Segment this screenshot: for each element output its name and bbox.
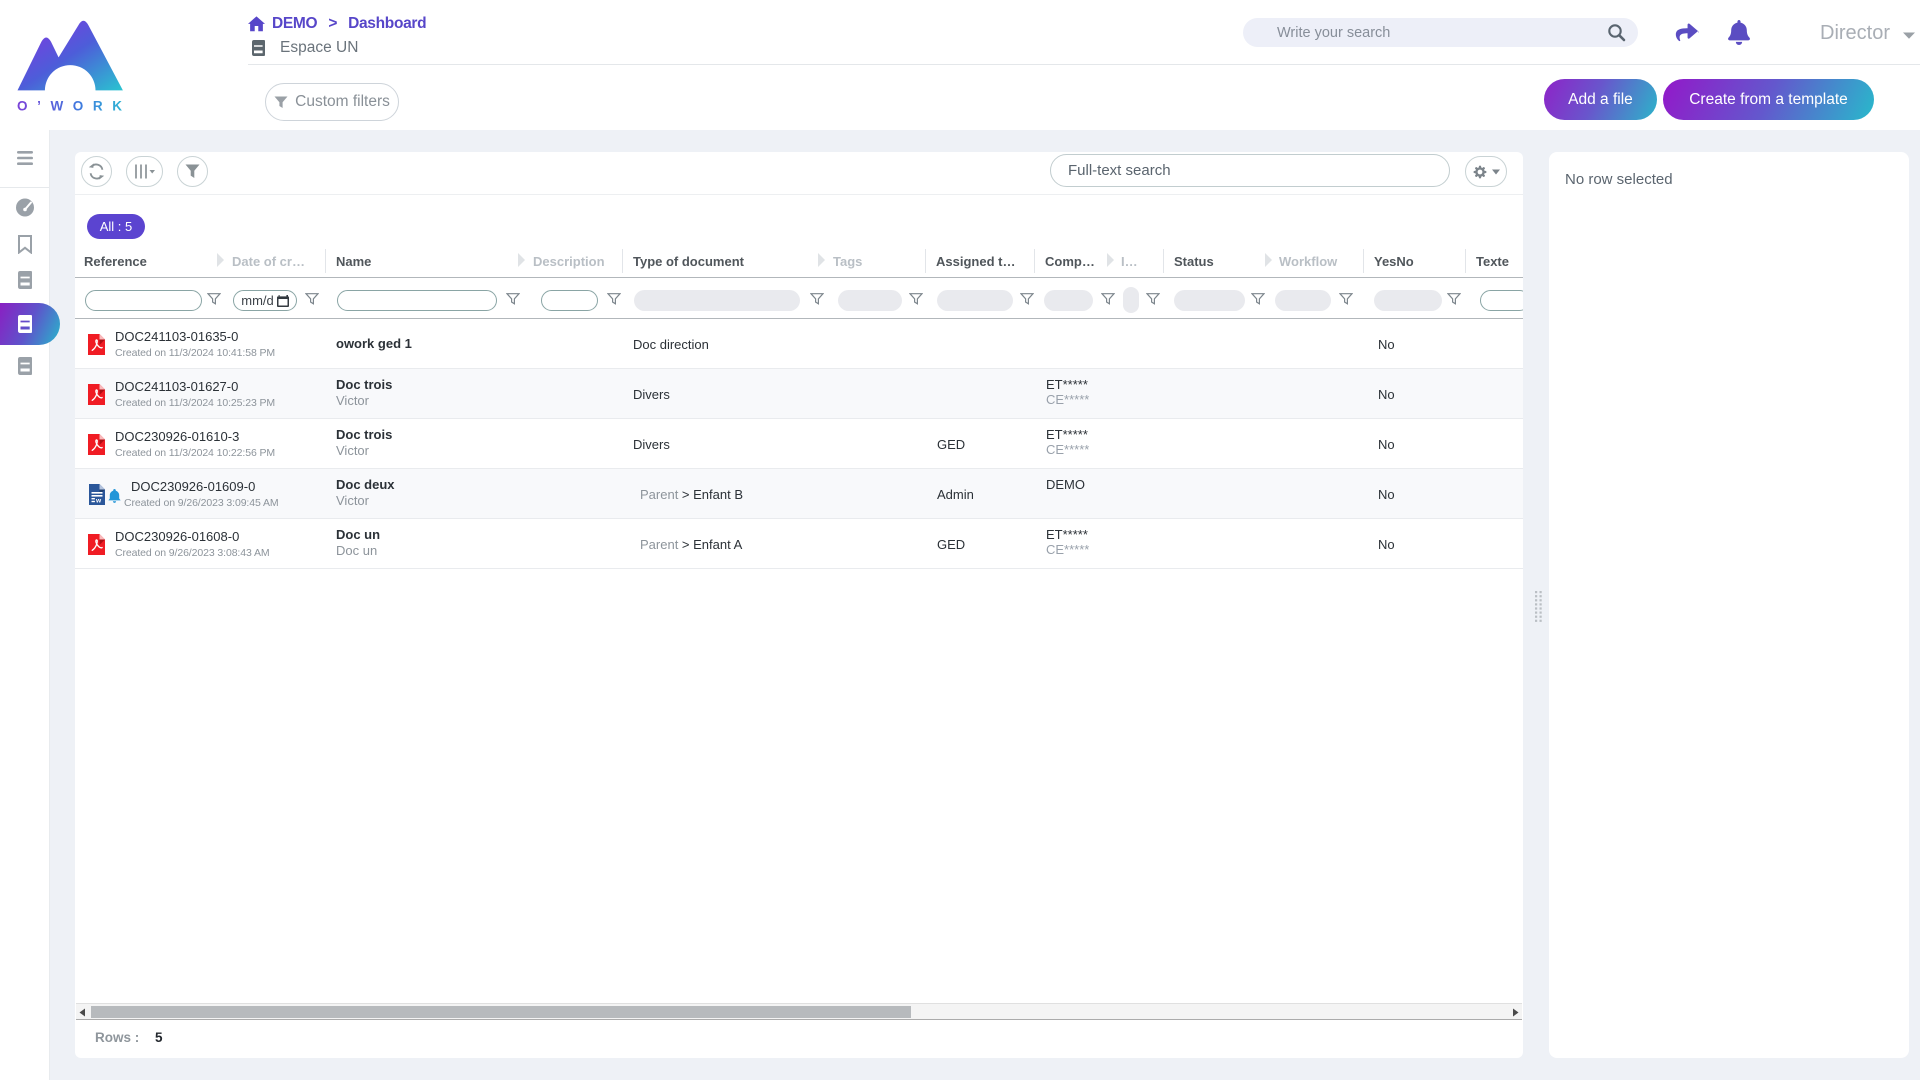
svg-text:w: w	[95, 498, 102, 505]
svg-text:O’WORK: O’WORK	[17, 99, 125, 113]
